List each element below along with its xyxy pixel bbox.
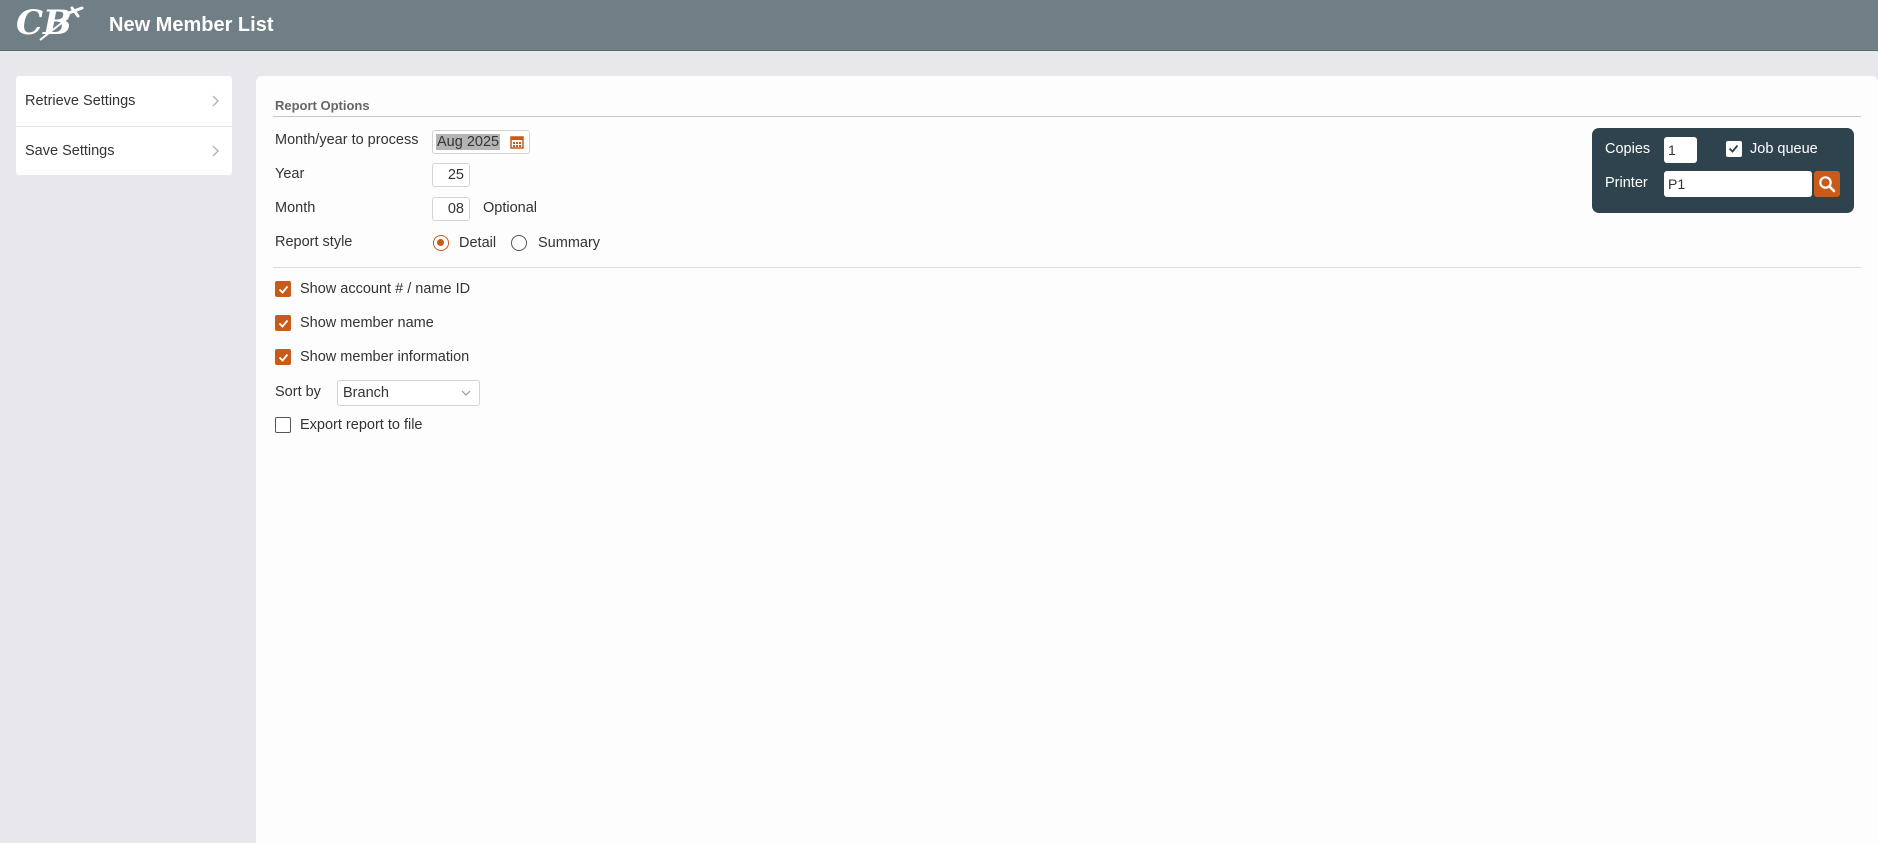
job-queue-checkbox[interactable] [1726,141,1742,157]
print-options-box: Copies 1 Job queue Printer P1 [1592,128,1854,213]
sidebar-item-retrieve-settings[interactable]: Retrieve Settings [16,76,232,126]
sidebar-item-label: Save Settings [25,142,115,159]
sidebar-item-save-settings[interactable]: Save Settings [16,125,232,176]
printer-input[interactable]: P1 [1664,171,1812,197]
checkmark-icon [278,285,289,294]
month-optional-hint: Optional [483,200,538,216]
calendar-icon[interactable] [510,135,524,149]
month-year-label: Month/year to process [275,132,419,148]
printer-label: Printer [1605,175,1648,191]
show-account-checkbox[interactable] [275,281,291,297]
year-field[interactable]: 25 [432,163,470,187]
show-member-info-checkbox[interactable] [275,349,291,365]
chevron-right-icon [212,95,219,107]
copies-label: Copies [1605,141,1651,157]
month-field[interactable]: 08 [432,197,470,221]
checkmark-icon [278,353,289,362]
settings-sidebar: Retrieve Settings Save Settings [16,76,232,175]
sort-by-label: Sort by [275,384,321,400]
show-member-name-label[interactable]: Show member name [300,315,434,331]
month-year-value: Aug 2025 [436,134,501,150]
section-title: Report Options [275,98,370,113]
checkmark-icon [278,319,289,328]
report-options-panel: Report Options Month/year to process Aug… [256,76,1878,843]
export-label[interactable]: Export report to file [300,417,423,433]
checkmark-icon [1728,144,1739,153]
search-icon [1819,176,1836,193]
detail-radio[interactable] [433,235,449,251]
section-divider [273,267,1861,268]
month-label: Month [275,200,316,216]
export-checkbox[interactable] [275,417,291,433]
logo: CB [16,4,84,43]
detail-radio-label[interactable]: Detail [459,235,496,251]
summary-radio-label[interactable]: Summary [538,235,600,251]
show-member-info-label[interactable]: Show member information [300,349,469,365]
report-style-label: Report style [275,234,353,250]
month-year-field[interactable]: Aug 2025 [432,130,530,154]
sidebar-item-label: Retrieve Settings [25,92,136,109]
show-account-label[interactable]: Show account # / name ID [300,281,470,297]
job-queue-label[interactable]: Job queue [1750,141,1818,157]
section-divider [273,116,1861,117]
year-label: Year [275,166,305,182]
copies-input[interactable]: 1 [1664,137,1697,163]
page-title: New Member List [109,14,274,36]
printer-search-button[interactable] [1814,171,1840,197]
chevron-down-icon [461,390,471,396]
show-member-name-checkbox[interactable] [275,315,291,331]
chevron-right-icon [212,145,219,157]
sort-by-value: Branch [343,385,389,401]
summary-radio[interactable] [511,235,527,251]
app-header: CB New Member List [0,0,1878,51]
sort-by-select[interactable]: Branch [337,380,480,406]
